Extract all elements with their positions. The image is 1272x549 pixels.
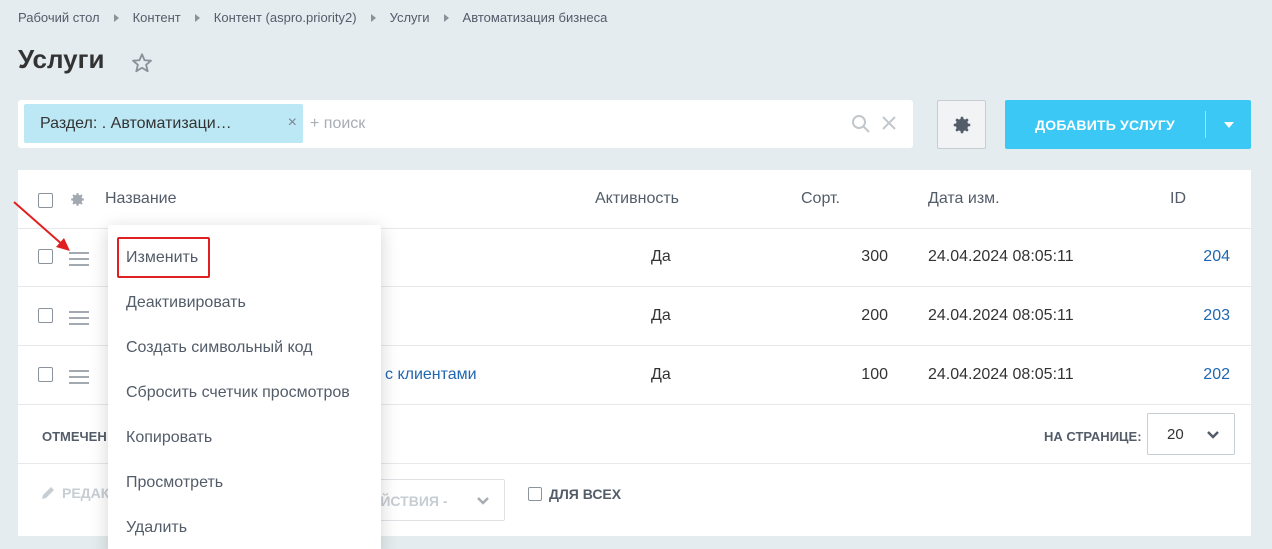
breadcrumb-separator-icon [194, 13, 200, 22]
row-sort: 100 [861, 366, 888, 383]
breadcrumb-content-aspro[interactable]: Контент (aspro.priority2) [214, 10, 357, 25]
marked-count-label: ОТМЕЧЕН [42, 429, 107, 444]
row-menu-icon[interactable] [69, 311, 89, 325]
menu-item-view[interactable]: Просмотреть [126, 474, 223, 492]
menu-item-copy[interactable]: Копировать [126, 429, 212, 447]
column-header-date[interactable]: Дата изм. [928, 190, 1000, 208]
row-menu-icon[interactable] [69, 370, 89, 384]
filter-search-bar[interactable]: Раздел: . Автоматизаци… × + поиск [18, 100, 913, 148]
breadcrumb-content[interactable]: Контент [133, 10, 181, 25]
edit-button-label: РЕДАК [62, 485, 110, 501]
breadcrumb-business-automation[interactable]: Автоматизация бизнеса [463, 10, 608, 25]
menu-item-create-code[interactable]: Создать символьный код [126, 339, 313, 357]
edit-button[interactable]: РЕДАК [40, 485, 109, 501]
pencil-icon [42, 487, 54, 499]
breadcrumb-separator-icon [113, 13, 119, 22]
menu-item-deactivate[interactable]: Деактивировать [126, 294, 246, 312]
table-header: Название Активность Сорт. Дата изм. ID [18, 170, 1251, 229]
per-page-select[interactable]: 20 [1147, 413, 1235, 455]
chevron-down-icon [1207, 431, 1219, 439]
actions-select-label: ЕЙСТВИЯ - [371, 493, 448, 509]
breadcrumb-separator-icon [443, 13, 449, 22]
chevron-down-icon [477, 497, 489, 505]
row-checkbox[interactable] [38, 308, 53, 323]
row-name[interactable]: с клиентами [385, 366, 477, 384]
breadcrumb-separator-icon [370, 13, 376, 22]
row-active: Да [651, 248, 671, 265]
breadcrumb-desktop[interactable]: Рабочий стол [18, 10, 100, 25]
column-header-active[interactable]: Активность [595, 190, 679, 208]
close-icon[interactable] [880, 114, 898, 132]
star-icon[interactable] [131, 52, 153, 74]
row-context-menu: Изменить Деактивировать Создать символьн… [108, 225, 381, 549]
row-active: Да [651, 307, 671, 324]
breadcrumb-services[interactable]: Услуги [390, 10, 430, 25]
per-page-label: НА СТРАНИЦЕ: [1044, 429, 1142, 444]
column-header-name[interactable]: Название [105, 190, 177, 208]
column-header-id[interactable]: ID [1170, 190, 1186, 208]
row-active: Да [651, 366, 671, 383]
annotation-arrow-icon [13, 201, 70, 251]
search-input[interactable]: + поиск [310, 115, 365, 133]
row-date: 24.04.2024 08:05:11 [928, 366, 1074, 383]
add-dropdown-toggle[interactable] [1206, 121, 1251, 129]
filter-tag[interactable]: Раздел: . Автоматизаци… × [24, 104, 303, 143]
column-header-sort[interactable]: Сорт. [801, 190, 840, 208]
row-sort: 200 [861, 307, 888, 324]
add-service-label: ДОБАВИТЬ УСЛУГУ [1035, 116, 1175, 133]
row-id[interactable]: 202 [1180, 366, 1230, 384]
add-service-button[interactable]: ДОБАВИТЬ УСЛУГУ [1005, 100, 1251, 149]
row-id[interactable]: 203 [1180, 307, 1230, 325]
page-title: Услуги [18, 44, 105, 74]
row-date: 24.04.2024 08:05:11 [928, 248, 1074, 265]
row-id[interactable]: 204 [1180, 248, 1230, 266]
menu-item-delete[interactable]: Удалить [126, 519, 187, 537]
breadcrumb: Рабочий стол Контент Контент (aspro.prio… [18, 10, 607, 25]
search-icon[interactable] [851, 114, 871, 134]
gear-icon [953, 116, 970, 133]
filter-tag-label: Раздел: . Автоматизаци… [40, 114, 232, 132]
row-checkbox[interactable] [38, 367, 53, 382]
for-all-checkbox[interactable] [528, 487, 542, 501]
row-sort: 300 [861, 248, 888, 265]
highlight-box [117, 237, 210, 278]
for-all-label[interactable]: ДЛЯ ВСЕХ [549, 486, 621, 502]
caret-down-icon [1223, 121, 1234, 128]
per-page-value: 20 [1167, 426, 1184, 443]
settings-button[interactable] [937, 100, 986, 149]
row-date: 24.04.2024 08:05:11 [928, 307, 1074, 324]
tag-close-icon[interactable]: × [288, 114, 297, 132]
menu-item-reset-counter[interactable]: Сбросить счетчик просмотров [126, 384, 350, 402]
